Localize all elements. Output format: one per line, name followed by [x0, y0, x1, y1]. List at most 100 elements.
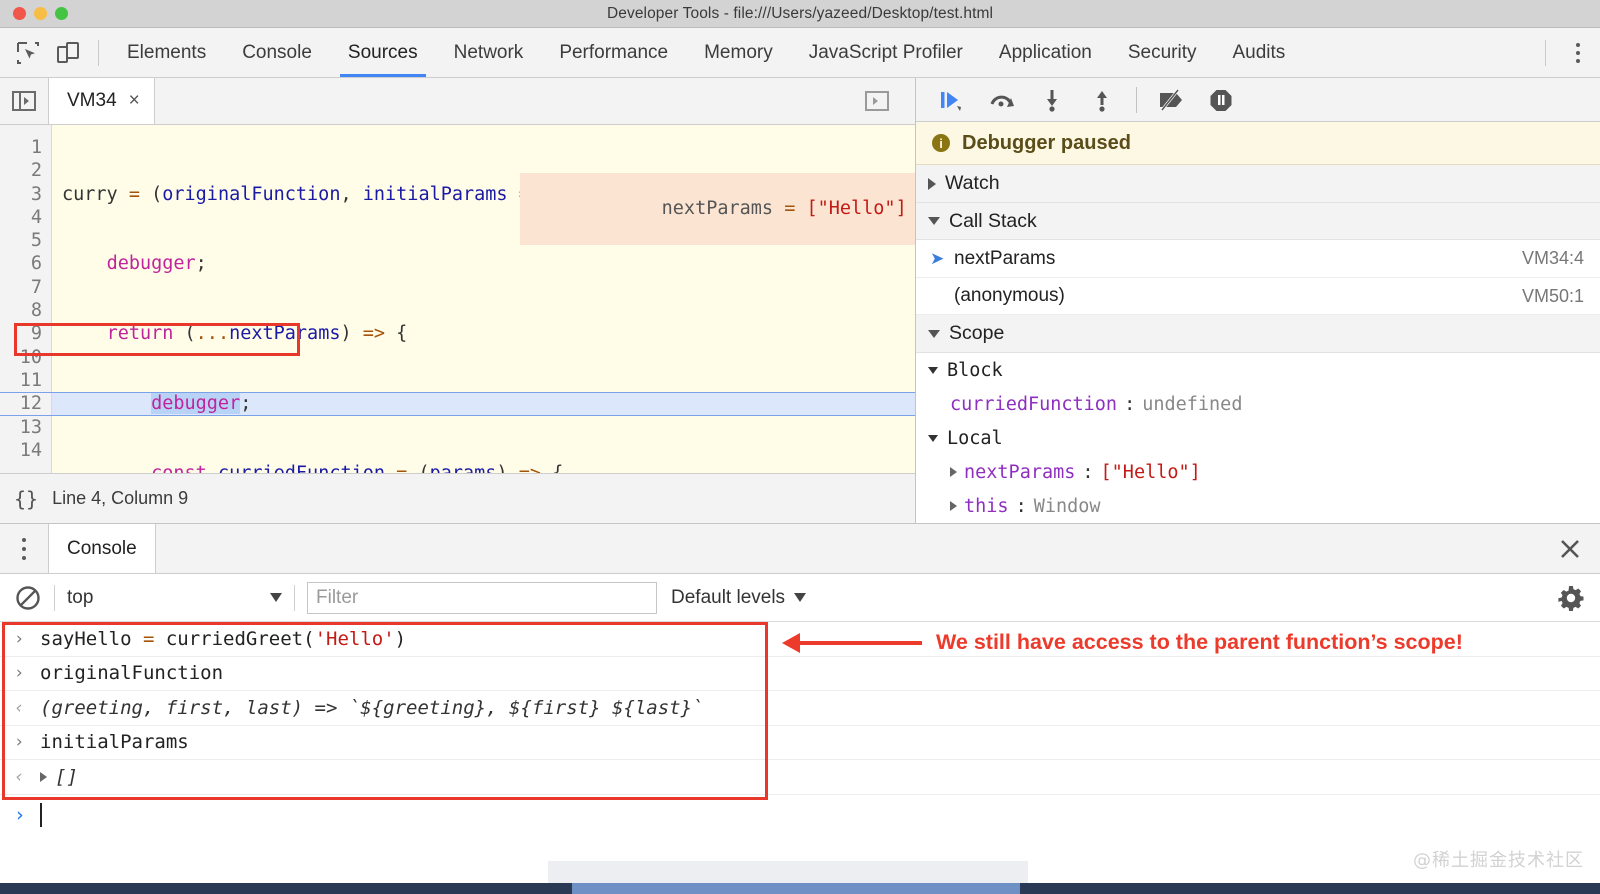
inline-hint-name: nextParams: [662, 198, 773, 219]
inline-hint-operator: =: [784, 198, 795, 219]
code-content[interactable]: curry = (originalFunction, initialParams…: [52, 125, 915, 473]
tab-console[interactable]: Console: [224, 28, 330, 77]
scrollbar-thumb[interactable]: [572, 883, 1020, 894]
step-out-of-current-function-icon[interactable]: [1080, 80, 1124, 120]
more-tools-icon[interactable]: [0, 524, 48, 573]
chevron-right-icon[interactable]: [950, 501, 957, 511]
code-line-4: debugger;: [52, 392, 915, 415]
call-stack-label: Call Stack: [949, 210, 1037, 233]
horizontal-scrollbar[interactable]: [0, 883, 1600, 894]
tab-bar-right: [1535, 28, 1600, 77]
line-number: 11: [0, 369, 42, 392]
console-prompt[interactable]: ›: [0, 795, 1600, 835]
console-filter-input[interactable]: Filter: [307, 582, 657, 614]
scope-entry-nextparams[interactable]: nextParams: ["Hello"]: [916, 455, 1600, 489]
line-number-gutter: 1 2 3 4 5 6 7 8 9 10 11 12 13 14: [0, 125, 52, 473]
arrow-left-icon: [782, 633, 922, 653]
chevron-down-icon: [928, 217, 940, 225]
file-tab-label: VM34: [67, 90, 117, 112]
sources-panel: VM34 × 1 2 3 4: [0, 78, 1600, 524]
line-number: 3: [0, 183, 42, 206]
annotation-callout: We still have access to the parent funct…: [782, 630, 1463, 655]
line-number: 1: [0, 136, 42, 159]
chevron-down-icon: [794, 593, 806, 602]
tab-label: Performance: [559, 42, 668, 64]
step-into-next-function-call-icon[interactable]: [1030, 80, 1074, 120]
scope-group-label: Local: [947, 428, 1003, 449]
step-over-next-function-call-icon[interactable]: [980, 80, 1024, 120]
tab-memory[interactable]: Memory: [686, 28, 791, 77]
file-tab-strip: VM34 ×: [0, 78, 915, 125]
devtools-tab-bar: Elements Console Sources Network Perform…: [0, 28, 1600, 78]
tab-label: Application: [999, 42, 1092, 64]
console-entry-output-1[interactable]: ‹ (greeting, first, last) => `${greeting…: [0, 691, 1600, 726]
toolbar-divider-right: [1545, 40, 1546, 66]
tab-label: JavaScript Profiler: [809, 42, 963, 64]
deactivate-breakpoints-icon[interactable]: [1149, 80, 1193, 120]
tab-sources[interactable]: Sources: [330, 28, 436, 77]
pause-on-exceptions-icon[interactable]: [1199, 80, 1243, 120]
chevron-right-icon[interactable]: [950, 467, 957, 477]
tab-audits[interactable]: Audits: [1214, 28, 1303, 77]
watermark: @稀土掘金技术社区: [1413, 846, 1584, 872]
tab-security[interactable]: Security: [1110, 28, 1215, 77]
more-options-icon[interactable]: [1556, 28, 1600, 77]
panel-tabs: Elements Console Sources Network Perform…: [109, 28, 1303, 77]
watch-section-header[interactable]: Watch: [916, 165, 1600, 203]
tab-application[interactable]: Application: [981, 28, 1110, 77]
close-icon[interactable]: ×: [129, 90, 140, 112]
close-drawer-icon[interactable]: [1540, 524, 1600, 573]
resume-script-execution-icon[interactable]: [930, 80, 974, 120]
scope-entry-value: ["Hello"]: [1101, 462, 1201, 483]
log-level-select[interactable]: Default levels: [671, 587, 806, 609]
scope-entry-value: Window: [1034, 496, 1101, 517]
console-toolbar-divider: [54, 585, 55, 611]
input-chevron-icon: ›: [14, 629, 40, 649]
scope-entry-this[interactable]: this: Window: [916, 489, 1600, 523]
scope-section-header[interactable]: Scope: [916, 315, 1600, 353]
console-settings-gear-icon[interactable]: [1556, 583, 1586, 613]
drawer-tab-console[interactable]: Console: [48, 524, 156, 573]
annotation-text: We still have access to the parent funct…: [936, 630, 1463, 655]
scope-group-local[interactable]: Local: [916, 421, 1600, 455]
scope-entry-curriedfunction[interactable]: curriedFunction: undefined: [916, 387, 1600, 421]
file-tab-strip-right: [853, 78, 915, 124]
console-entry-input-3[interactable]: › initialParams: [0, 726, 1600, 761]
tab-label: Console: [242, 42, 312, 64]
show-navigator-icon[interactable]: [0, 78, 48, 124]
scope-entry-separator: :: [1124, 394, 1135, 415]
line-number: 8: [0, 299, 42, 322]
filter-placeholder: Filter: [316, 587, 358, 609]
javascript-context-select[interactable]: top: [67, 587, 282, 609]
show-debugger-icon[interactable]: [853, 90, 901, 112]
console-toolbar: top Filter Default levels: [0, 574, 1600, 622]
pretty-print-icon[interactable]: {}: [14, 487, 38, 511]
text-cursor: [40, 803, 42, 827]
tab-elements[interactable]: Elements: [109, 28, 224, 77]
console-entry-output-2[interactable]: ‹ []: [0, 760, 1600, 795]
chevron-right-icon[interactable]: [40, 772, 47, 782]
tab-network[interactable]: Network: [436, 28, 542, 77]
scope-entry-name: nextParams: [964, 462, 1075, 483]
device-toolbar-icon[interactable]: [48, 33, 88, 73]
code-editor[interactable]: 1 2 3 4 5 6 7 8 9 10 11 12 13 14 curry =: [0, 125, 915, 473]
line-number: 9: [0, 322, 42, 345]
inspect-element-icon[interactable]: [8, 33, 48, 73]
output-chevron-icon: ‹: [14, 698, 40, 718]
console-output: › sayHello = curriedGreet('Hello') › ori…: [0, 622, 1600, 892]
tab-performance[interactable]: Performance: [541, 28, 686, 77]
tab-javascript-profiler[interactable]: JavaScript Profiler: [791, 28, 981, 77]
call-stack-frame-anonymous[interactable]: (anonymous) VM50:1: [916, 278, 1600, 316]
tab-label: Network: [454, 42, 524, 64]
cursor-position: Line 4, Column 9: [52, 488, 188, 509]
scope-group-block[interactable]: Block: [916, 353, 1600, 387]
call-stack-section-header[interactable]: Call Stack: [916, 203, 1600, 241]
file-tab-vm34[interactable]: VM34 ×: [48, 78, 155, 124]
console-entry-input-2[interactable]: › originalFunction: [0, 657, 1600, 692]
devtools-window: Developer Tools - file:///Users/yazeed/D…: [0, 0, 1600, 894]
call-stack-frame-nextparams[interactable]: ➤ nextParams VM34:4: [916, 240, 1600, 278]
scope-group-label: Block: [947, 360, 1003, 381]
clear-console-icon[interactable]: [14, 584, 42, 612]
scope-entry-name: this: [964, 496, 1009, 517]
line-number: 14: [0, 439, 42, 462]
